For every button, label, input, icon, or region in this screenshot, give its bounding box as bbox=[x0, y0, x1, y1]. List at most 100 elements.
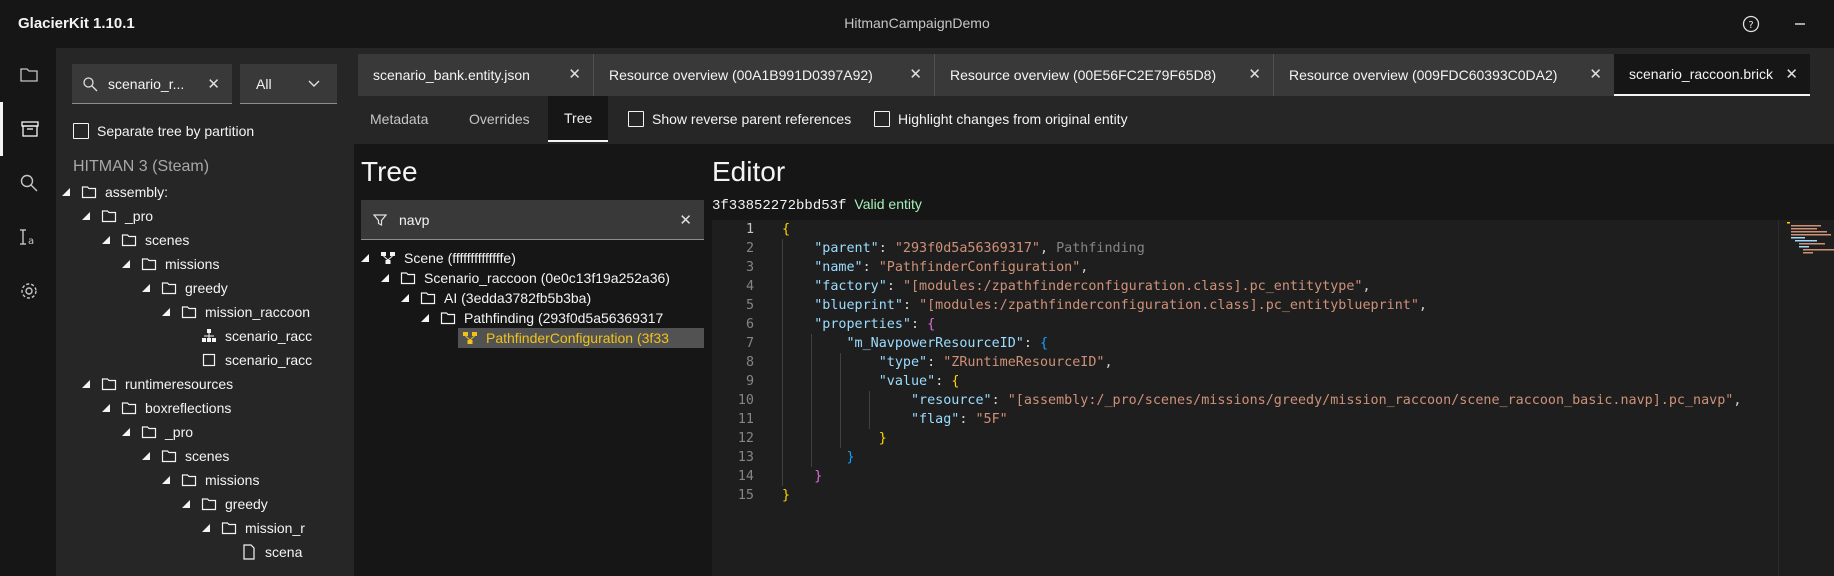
expanded-caret-icon[interactable] bbox=[119, 257, 133, 271]
expanded-caret-icon[interactable] bbox=[358, 251, 372, 265]
tree-item[interactable]: scenario_racc bbox=[179, 324, 312, 348]
checkbox[interactable] bbox=[628, 111, 644, 127]
tree-item[interactable]: missions bbox=[119, 252, 219, 276]
filter-input[interactable]: navp bbox=[399, 212, 429, 228]
expanded-caret-icon[interactable] bbox=[79, 377, 93, 391]
entity-tree-node[interactable]: PathfinderConfiguration (3f33 bbox=[458, 328, 704, 348]
minimap[interactable] bbox=[1778, 220, 1834, 576]
tree-item[interactable]: scenario_racc bbox=[179, 348, 312, 372]
tree-item[interactable]: _pro bbox=[79, 204, 153, 228]
partition-select[interactable]: All bbox=[240, 64, 337, 104]
sidebar-search[interactable]: scenario_r... ✕ bbox=[72, 64, 232, 104]
minimize-icon[interactable] bbox=[1788, 12, 1812, 36]
tree-item-label: _pro bbox=[165, 424, 194, 440]
tree-item-label: scenario_racc bbox=[225, 352, 313, 368]
game-label: HITMAN 3 (Steam) bbox=[73, 158, 210, 175]
entity-id: 3f33852272bbd53f bbox=[712, 198, 847, 214]
tab-scenario-raccoon[interactable]: scenario_raccoon.brick ✕ bbox=[1614, 54, 1810, 96]
search-icon[interactable] bbox=[0, 156, 57, 210]
entity-tree-node[interactable]: Pathfinding (293f0d5a56369317 bbox=[418, 308, 663, 328]
code-line: 5 "blueprint": "[modules:/zpathfindercon… bbox=[745, 298, 1427, 313]
close-icon[interactable]: ✕ bbox=[679, 211, 692, 229]
title-bar: GlacierKit 1.10.1 HitmanCampaignDemo ? bbox=[0, 0, 1834, 48]
folder-icon bbox=[420, 290, 436, 306]
folder-icon bbox=[121, 400, 137, 416]
folder-icon bbox=[400, 270, 416, 286]
tab-resource-overview-2[interactable]: Resource overview (00E56FC2E79F65D8) ✕ bbox=[934, 54, 1273, 96]
code-line: 10 "resource": "[assembly:/_pro/scenes/m… bbox=[737, 393, 1742, 408]
tree-item[interactable]: scenes bbox=[139, 444, 229, 468]
settings-icon[interactable] bbox=[0, 264, 57, 318]
code-editor[interactable]: 1{ 2 "parent": "293f0d5a56369317", Pathf… bbox=[712, 220, 1834, 576]
close-icon[interactable]: ✕ bbox=[1589, 65, 1602, 83]
code-line: 1{ bbox=[745, 222, 791, 237]
search-input[interactable]: scenario_r... bbox=[108, 76, 184, 92]
expanded-caret-icon[interactable] bbox=[139, 449, 153, 463]
tab-metadata[interactable]: Metadata bbox=[354, 96, 444, 142]
checkbox[interactable] bbox=[73, 123, 89, 139]
reverse-refs-checkbox[interactable]: Show reverse parent references bbox=[628, 111, 851, 127]
expanded-caret-icon[interactable] bbox=[179, 497, 193, 511]
document-icon bbox=[241, 544, 257, 560]
tree-item[interactable]: boxreflections bbox=[99, 396, 231, 420]
folder-icon bbox=[121, 232, 137, 248]
folder-icon bbox=[440, 310, 456, 326]
tree-item[interactable]: runtimeresources bbox=[79, 372, 233, 396]
expanded-caret-icon[interactable] bbox=[378, 271, 392, 285]
status-badge: Valid entity bbox=[854, 196, 922, 212]
separate-partition-checkbox[interactable]: Separate tree by partition bbox=[73, 123, 254, 139]
expanded-caret-icon[interactable] bbox=[398, 291, 412, 305]
tab-resource-overview-3[interactable]: Resource overview (009FDC60393C0DA2) ✕ bbox=[1273, 54, 1614, 96]
tab-label: Resource overview (009FDC60393C0DA2) bbox=[1289, 67, 1558, 83]
tree-item[interactable]: missions bbox=[159, 468, 259, 492]
help-circle-icon[interactable]: ? bbox=[1739, 12, 1763, 36]
expanded-caret-icon[interactable] bbox=[99, 401, 113, 415]
tab-resource-overview-1[interactable]: Resource overview (00A1B991D0397A92) ✕ bbox=[593, 54, 934, 96]
folder-icon bbox=[221, 520, 237, 536]
tree-heading: Tree bbox=[361, 156, 418, 187]
main-area: scenario_bank.entity.json ✕ Resource over… bbox=[354, 48, 1834, 576]
tree-item[interactable]: assembly: bbox=[59, 180, 168, 204]
entity-tree-node[interactable]: Scenario_raccoon (0e0c13f19a252a36) bbox=[378, 268, 670, 288]
tab-overrides[interactable]: Overrides bbox=[453, 96, 546, 142]
tree-item[interactable]: mission_r bbox=[199, 516, 305, 540]
code-line: 14 } bbox=[737, 469, 823, 484]
close-icon[interactable]: ✕ bbox=[207, 75, 220, 93]
expanded-caret-icon[interactable] bbox=[119, 425, 133, 439]
tree-filter[interactable]: navp ✕ bbox=[361, 200, 704, 240]
expanded-caret-icon[interactable] bbox=[159, 305, 173, 319]
close-icon[interactable]: ✕ bbox=[568, 65, 581, 83]
expanded-caret-icon[interactable] bbox=[59, 185, 73, 199]
highlight-changes-checkbox[interactable]: Highlight changes from original entity bbox=[874, 111, 1128, 127]
tree-item[interactable]: mission_raccoon bbox=[159, 300, 310, 324]
tab-tree[interactable]: Tree bbox=[548, 96, 609, 142]
tree-item[interactable]: scena bbox=[219, 540, 302, 564]
code-line: 8 "type": "ZRuntimeResourceID", bbox=[745, 355, 1113, 370]
checkbox-label: Show reverse parent references bbox=[652, 111, 852, 127]
close-icon[interactable]: ✕ bbox=[1248, 65, 1261, 83]
expanded-caret-icon[interactable] bbox=[418, 311, 432, 325]
expanded-caret-icon[interactable] bbox=[159, 473, 173, 487]
entity-tree-node[interactable]: AI (3edda3782fb5b3ba) bbox=[398, 288, 591, 308]
tree-item[interactable]: _pro bbox=[119, 420, 193, 444]
tree-item[interactable]: scenes bbox=[99, 228, 189, 252]
svg-text:a: a bbox=[28, 236, 34, 247]
tree-item[interactable]: greedy bbox=[139, 276, 228, 300]
archive-icon[interactable] bbox=[0, 102, 57, 156]
expanded-caret-icon[interactable] bbox=[79, 209, 93, 223]
entity-tree-label: Scene (ffffffffffffffe) bbox=[404, 250, 516, 266]
expanded-caret-icon[interactable] bbox=[139, 281, 153, 295]
code-line: 12 } bbox=[737, 431, 887, 446]
text-tools-icon[interactable]: a bbox=[0, 210, 57, 264]
entity-tree-label: AI (3edda3782fb5b3ba) bbox=[444, 290, 592, 306]
tab-scenario-bank[interactable]: scenario_bank.entity.json ✕ bbox=[358, 54, 593, 96]
close-icon[interactable]: ✕ bbox=[909, 65, 922, 83]
entity-tree-node[interactable]: Scene (ffffffffffffffe) bbox=[358, 248, 516, 268]
expanded-caret-icon[interactable] bbox=[99, 233, 113, 247]
scene-icon bbox=[380, 250, 396, 266]
tree-item[interactable]: greedy bbox=[179, 492, 268, 516]
checkbox[interactable] bbox=[874, 111, 890, 127]
files-icon[interactable] bbox=[0, 48, 57, 102]
expanded-caret-icon[interactable] bbox=[199, 521, 213, 535]
close-icon[interactable]: ✕ bbox=[1785, 65, 1798, 83]
